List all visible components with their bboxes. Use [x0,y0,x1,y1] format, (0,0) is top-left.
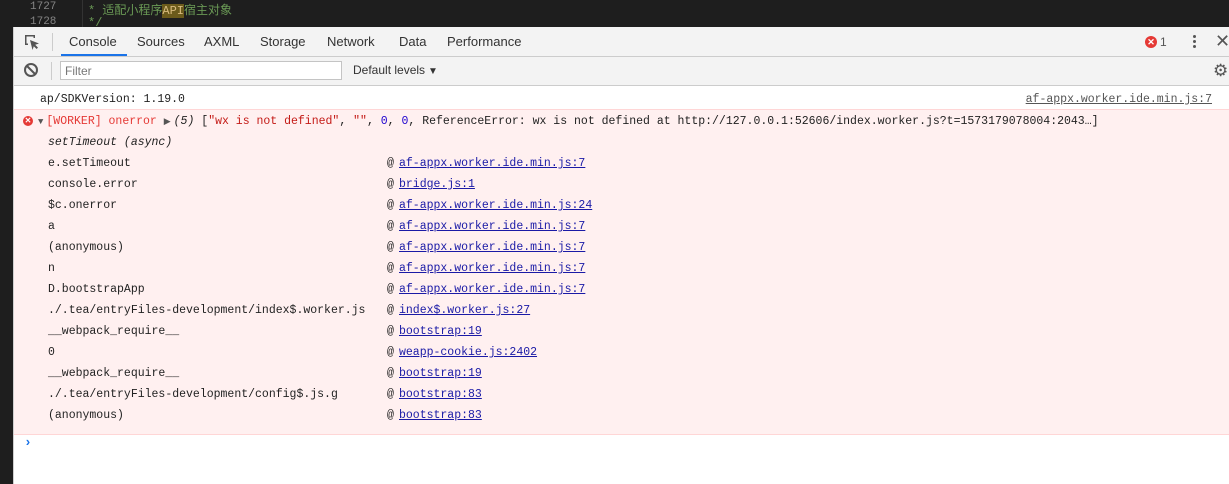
tab-performance[interactable]: Performance [447,27,521,56]
tab-console[interactable]: Console [69,27,117,56]
stack-function: (anonymous) [48,409,124,422]
stack-function: e.setTimeout [48,157,131,170]
array-item: 0 [380,115,388,128]
clear-console-icon[interactable] [24,63,38,77]
array-sep: , [387,115,402,128]
stack-at: @ [387,157,394,170]
array-item: ReferenceError: wx is not defined at htt… [422,115,1099,128]
expand-triangle-icon[interactable]: ▼ [38,112,43,132]
log-levels-label: Default levels [353,63,426,77]
log-levels-dropdown[interactable]: Default levels ▼ [353,63,438,77]
async-label: setTimeout (async) [48,136,173,149]
stack-at: @ [387,325,394,338]
console-output: ap/SDKVersion: 1.19.0 af-appx.worker.ide… [14,86,1229,484]
stack-function: $c.onerror [48,199,118,212]
stack-source-link[interactable]: index$.worker.js:27 [399,301,530,321]
stack-source-link[interactable]: weapp-cookie.js:2402 [399,343,537,363]
stack-function: __webpack_require__ [48,325,180,338]
line-number: 1727 [30,1,57,13]
stack-function: ./.tea/entryFiles-development/config$.js… [48,388,338,401]
stack-source-link[interactable]: af-appx.worker.ide.min.js:24 [399,196,592,216]
stack-function: __webpack_require__ [48,367,180,380]
console-prompt-icon[interactable]: › [24,435,32,450]
stack-at: @ [387,388,394,401]
stack-at: @ [387,262,394,275]
line-number: 1728 [30,16,57,27]
source-link[interactable]: af-appx.worker.ide.min.js:7 [1026,90,1212,110]
expand-triangle-icon[interactable]: ▶ [164,112,171,132]
array-item: "" [353,115,367,128]
stack-source-link[interactable]: bridge.js:1 [399,175,475,195]
devtools-tabbar: Console Sources AXML Storage Network Dat… [14,27,1229,57]
array-sep: , [408,115,423,128]
stack-function: 0 [48,346,55,359]
stack-function: console.error [48,178,138,191]
devtools-panel: Console Sources AXML Storage Network Dat… [13,27,1229,484]
active-tab-indicator [61,54,127,56]
stack-function: n [48,262,55,275]
stack-at: @ [387,346,394,359]
array-item: "wx is not defined" [208,115,340,128]
stack-at: @ [387,178,394,191]
more-options-icon[interactable] [1190,33,1198,51]
code-editor: 1727 * 适配小程序API宿主对象 1728 */ [0,0,1229,27]
divider [52,33,53,51]
inspect-element-icon[interactable] [23,33,41,51]
stack-function: D.bootstrapApp [48,283,145,296]
stack-source-link[interactable]: bootstrap:83 [399,406,482,426]
error-icon: ✕ [1145,36,1157,48]
console-toolbar: Default levels▼ ⚙ [14,57,1229,86]
stack-function: ./.tea/entryFiles-development/index$.wor… [48,304,366,317]
code-line: */ [88,16,103,27]
stack-source-link[interactable]: af-appx.worker.ide.min.js:7 [399,238,585,258]
error-icon: ✕ [23,116,33,126]
stack-function: a [48,220,55,233]
stack-source-link[interactable]: af-appx.worker.ide.min.js:7 [399,154,585,174]
stack-source-link[interactable]: af-appx.worker.ide.min.js:7 [399,217,585,237]
stack-at: @ [387,199,394,212]
console-message: ap/SDKVersion: 1.19.0 af-appx.worker.ide… [14,90,1229,111]
filter-input[interactable] [60,61,342,80]
stack-source-link[interactable]: bootstrap:19 [399,322,482,342]
caret-down-icon: ▼ [428,66,438,77]
stack-at: @ [387,367,394,380]
gear-icon[interactable]: ⚙ [1213,61,1228,81]
array-sep: , [366,115,381,128]
error-count: 1 [1160,35,1167,49]
tab-axml[interactable]: AXML [204,27,239,56]
stack-source-link[interactable]: af-appx.worker.ide.min.js:7 [399,280,585,300]
error-message: ✕ ▼ [WORKER] onerror ▶ (5) ["wx is not def… [14,109,1229,435]
error-header: ▼ [WORKER] onerror ▶ (5) ["wx is not defin… [38,112,1099,132]
array-sep: , [339,115,354,128]
stack-at: @ [387,304,394,317]
close-icon[interactable]: ✕ [1215,31,1229,51]
code-text: 宿主对象 [184,4,233,18]
message-text: ap/SDKVersion: 1.19.0 [40,93,185,106]
array-count: (5) [173,115,195,128]
error-count-badge[interactable]: ✕ 1 [1145,35,1167,49]
divider [51,62,52,80]
tab-network[interactable]: Network [327,27,375,56]
tab-sources[interactable]: Sources [137,27,185,56]
tab-storage[interactable]: Storage [260,27,306,56]
stack-source-link[interactable]: af-appx.worker.ide.min.js:7 [399,259,585,279]
stack-at: @ [387,241,394,254]
stack-source-link[interactable]: bootstrap:83 [399,385,482,405]
stack-at: @ [387,409,394,422]
tab-data[interactable]: Data [399,27,426,56]
error-tag: [WORKER] onerror [46,115,157,128]
code-line: * 适配小程序API宿主对象 [88,1,232,18]
stack-function: (anonymous) [48,241,124,254]
code-highlight: API [162,4,185,18]
stack-source-link[interactable]: bootstrap:19 [399,364,482,384]
stack-at: @ [387,283,394,296]
stack-at: @ [387,220,394,233]
